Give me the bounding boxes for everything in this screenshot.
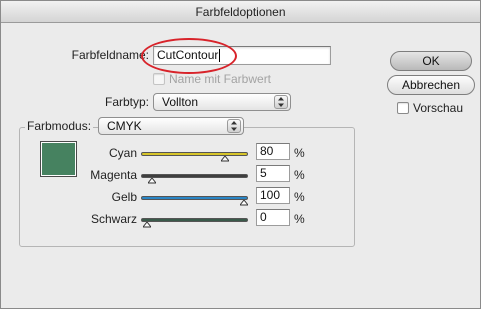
cyan-slider[interactable] [141,152,248,156]
color-mode-value: CMYK [107,119,142,133]
dialog-title: Farbfeldoptionen [1,1,480,23]
color-mode-label: Farbmodus: [25,119,94,133]
preview-label: Vorschau [413,101,464,115]
black-unit: % [294,212,305,226]
name-with-value-checkbox[interactable] [153,73,165,85]
cyan-label: Cyan [108,146,137,160]
ok-button[interactable]: OK [390,51,472,71]
color-type-label: Farbtyp: [104,95,149,109]
black-slider-thumb[interactable] [141,217,153,228]
black-label: Schwarz [90,212,137,226]
popup-arrows-icon [274,95,288,109]
magenta-field[interactable]: 5 [256,165,290,182]
swatch-name-field[interactable]: CutContour [153,46,331,65]
preview-checkbox[interactable] [397,102,409,114]
magenta-slider-thumb[interactable] [146,173,157,184]
yellow-field[interactable]: 100 [256,187,290,204]
name-with-value-label: Name mit Farbwert [169,72,272,86]
text-caret [219,49,221,63]
cyan-field[interactable]: 80 [256,143,290,160]
yellow-label: Gelb [111,190,137,204]
magenta-slider[interactable] [141,174,248,178]
magenta-unit: % [294,168,305,182]
cyan-unit: % [294,146,305,160]
color-mode-popup[interactable]: CMYK [98,117,244,135]
yellow-slider[interactable] [141,196,248,200]
dialog-content: Farbfeldname: CutContour Name mit Farbwe… [1,23,480,308]
swatch-name-value: CutContour [157,48,219,62]
color-type-value: Vollton [162,95,199,109]
black-field[interactable]: 0 [256,209,290,226]
yellow-slider-thumb[interactable] [238,195,250,206]
cyan-slider-thumb[interactable] [219,151,230,162]
dialog-window: Farbfeldoptionen Farbfeldname: CutContou… [0,0,481,309]
swatch-name-label: Farbfeldname: [71,48,149,62]
cancel-button[interactable]: Abbrechen [387,75,475,95]
black-slider[interactable] [141,218,248,222]
magenta-label: Magenta [90,168,137,182]
popup-arrows-icon [227,119,241,133]
color-type-popup[interactable]: Vollton [153,93,291,111]
yellow-unit: % [294,190,305,204]
